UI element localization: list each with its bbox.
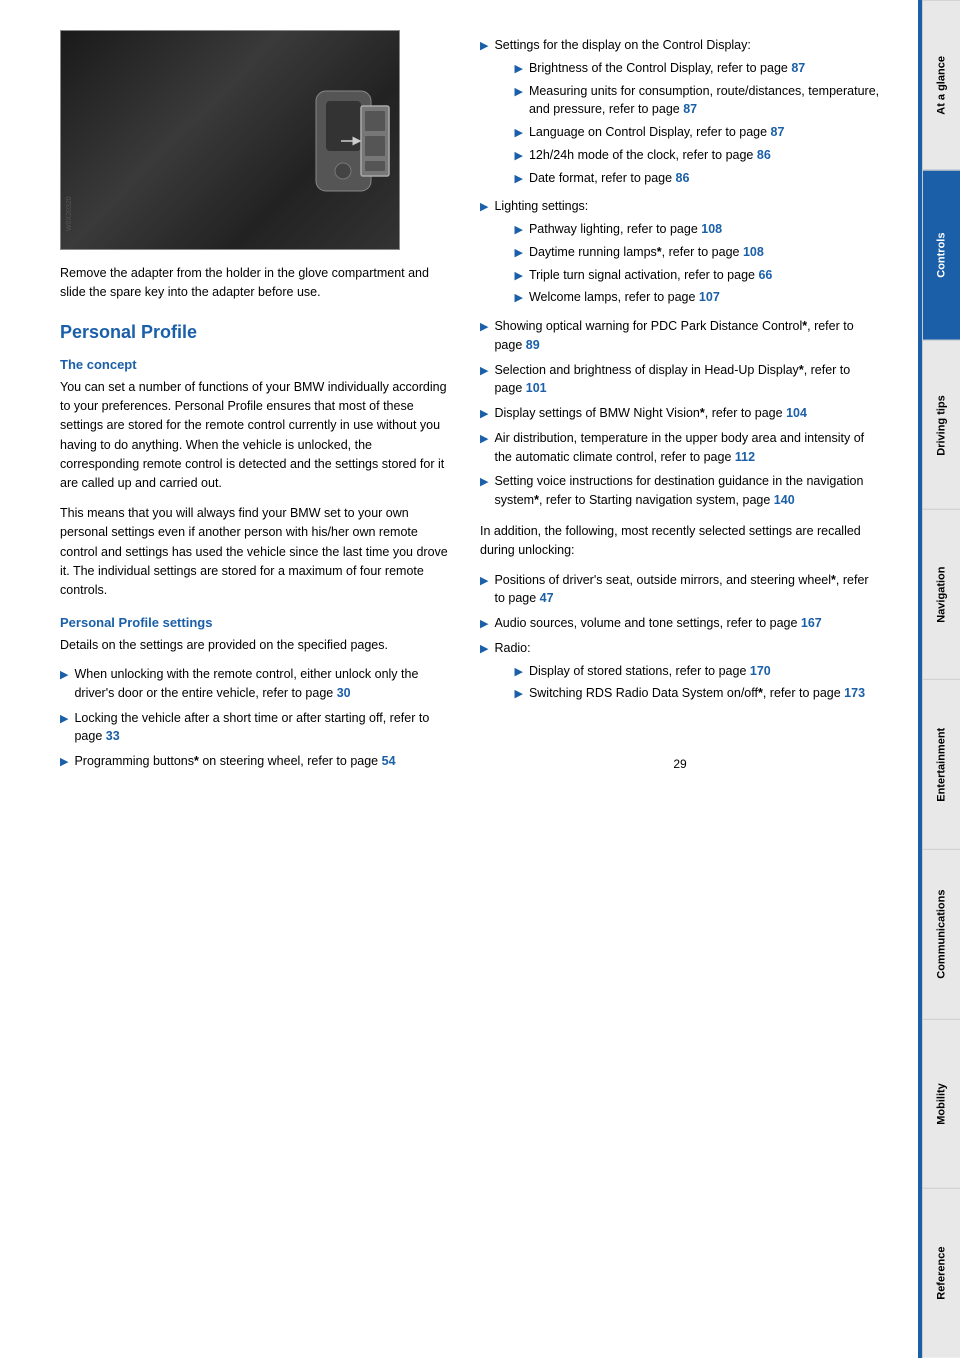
- arrow-icon: ▶: [514, 268, 522, 285]
- arrow-icon: ▶: [514, 664, 522, 681]
- arrow-icon: ▶: [514, 84, 522, 101]
- list-item: ▶ Setting voice instructions for destina…: [480, 472, 880, 510]
- list-item: ▶ Pathway lighting, refer to page 108: [514, 220, 772, 239]
- list-item: ▶ 12h/24h mode of the clock, refer to pa…: [514, 146, 880, 165]
- sidebar-tab-controls[interactable]: Controls: [923, 170, 960, 340]
- arrow-icon: ▶: [60, 754, 68, 771]
- list-item: ▶ Display settings of BMW Night Vision*,…: [480, 404, 880, 423]
- arrow-icon: ▶: [480, 474, 488, 491]
- star-marker: *: [700, 406, 705, 420]
- sidebar-tab-entertainment[interactable]: Entertainment: [923, 679, 960, 849]
- star-marker: *: [831, 573, 836, 587]
- settings-intro: Details on the settings are provided on …: [60, 636, 450, 655]
- list-item: ▶ Welcome lamps, refer to page 107: [514, 288, 772, 307]
- arrow-icon: ▶: [60, 711, 68, 728]
- arrow-icon: ▶: [480, 406, 488, 423]
- sidebar-tab-driving-tips[interactable]: Driving tips: [923, 340, 960, 510]
- arrow-icon: ▶: [514, 686, 522, 703]
- list-item: ▶ Switching RDS Radio Data System on/off…: [514, 684, 865, 703]
- left-column: W0X20320 Remove the adapter from the hol…: [60, 30, 450, 1318]
- star-marker: *: [657, 245, 662, 259]
- arrow-icon: ▶: [514, 290, 522, 307]
- list-item: ▶ Language on Control Display, refer to …: [514, 123, 880, 142]
- page-number: 29: [673, 757, 686, 781]
- nested-list: ▶ Display of stored stations, refer to p…: [494, 662, 865, 704]
- arrow-icon: ▶: [514, 171, 522, 188]
- svg-text:W0X20320: W0X20320: [66, 196, 73, 231]
- arrow-icon: ▶: [60, 667, 68, 684]
- star-marker: *: [194, 754, 199, 768]
- list-item: ▶ Selection and brightness of display in…: [480, 361, 880, 399]
- concept-body-2: This means that you will always find you…: [60, 504, 450, 601]
- list-item: ▶ Brightness of the Control Display, ref…: [514, 59, 880, 78]
- concept-title: The concept: [60, 357, 450, 372]
- star-marker: *: [758, 686, 763, 700]
- arrow-icon: ▶: [480, 641, 488, 658]
- arrow-icon: ▶: [514, 148, 522, 165]
- arrow-icon: ▶: [480, 363, 488, 380]
- left-bullet-list: ▶ When unlocking with the remote control…: [60, 665, 450, 771]
- list-item: ▶ Measuring units for consumption, route…: [514, 82, 880, 120]
- also-recalled-list: ▶ Positions of driver's seat, outside mi…: [480, 571, 880, 708]
- sidebar-tab-communications[interactable]: Communications: [923, 849, 960, 1019]
- list-item: ▶ Audio sources, volume and tone setting…: [480, 614, 880, 633]
- list-item: ▶ Programming buttons* on steering wheel…: [60, 752, 450, 771]
- list-item: ▶ When unlocking with the remote control…: [60, 665, 450, 703]
- nested-list: ▶ Brightness of the Control Display, ref…: [494, 59, 880, 188]
- list-item: ▶ Settings for the display on the Contro…: [480, 36, 880, 191]
- settings-title: Personal Profile settings: [60, 615, 450, 630]
- list-item: ▶ Date format, refer to page 86: [514, 169, 880, 188]
- arrow-icon: ▶: [514, 61, 522, 78]
- right-column: ▶ Settings for the display on the Contro…: [480, 30, 880, 1318]
- nested-list: ▶ Pathway lighting, refer to page 108 ▶ …: [494, 220, 772, 307]
- star-marker: *: [802, 319, 807, 333]
- star-marker: *: [534, 493, 539, 507]
- car-image-svg: W0X20320: [61, 31, 400, 250]
- arrow-icon: ▶: [514, 222, 522, 239]
- sidebar-tab-mobility[interactable]: Mobility: [923, 1019, 960, 1189]
- arrow-icon: ▶: [480, 199, 488, 216]
- also-recalled-intro: In addition, the following, most recentl…: [480, 522, 880, 561]
- arrow-icon: ▶: [480, 431, 488, 448]
- arrow-icon: ▶: [480, 616, 488, 633]
- page-footer: 29: [480, 737, 880, 781]
- sidebar-tab-navigation[interactable]: Navigation: [923, 509, 960, 679]
- sidebar-tab-reference[interactable]: Reference: [923, 1188, 960, 1358]
- arrow-icon: ▶: [480, 573, 488, 590]
- list-item: ▶ Air distribution, temperature in the u…: [480, 429, 880, 467]
- concept-body-1: You can set a number of functions of you…: [60, 378, 450, 494]
- page-link-30: 30: [337, 686, 351, 700]
- personal-profile-title: Personal Profile: [60, 322, 450, 343]
- sidebar-tab-at-a-glance[interactable]: At a glance: [923, 0, 960, 170]
- list-item: ▶ Display of stored stations, refer to p…: [514, 662, 865, 681]
- list-item: ▶ Showing optical warning for PDC Park D…: [480, 317, 880, 355]
- arrow-icon: ▶: [480, 38, 488, 55]
- image-caption: Remove the adapter from the holder in th…: [60, 264, 450, 302]
- star-marker: *: [799, 363, 804, 377]
- list-item: ▶ Lighting settings: ▶ Pathway lighting,…: [480, 197, 880, 311]
- arrow-icon: ▶: [514, 245, 522, 262]
- chapter-sidebar[interactable]: At a glance Controls Driving tips Naviga…: [922, 0, 960, 1358]
- list-item: ▶ Positions of driver's seat, outside mi…: [480, 571, 880, 609]
- right-bullet-list: ▶ Settings for the display on the Contro…: [480, 36, 880, 510]
- arrow-icon: ▶: [514, 125, 522, 142]
- page-link-33: 33: [106, 729, 120, 743]
- page-link-54: 54: [382, 754, 396, 768]
- list-item: ▶ Triple turn signal activation, refer t…: [514, 266, 772, 285]
- list-item: ▶ Radio: ▶ Display of stored stations, r…: [480, 639, 880, 707]
- list-item: ▶ Locking the vehicle after a short time…: [60, 709, 450, 747]
- spare-key-image: W0X20320: [60, 30, 400, 250]
- list-item: ▶ Daytime running lamps*, refer to page …: [514, 243, 772, 262]
- arrow-icon: ▶: [480, 319, 488, 336]
